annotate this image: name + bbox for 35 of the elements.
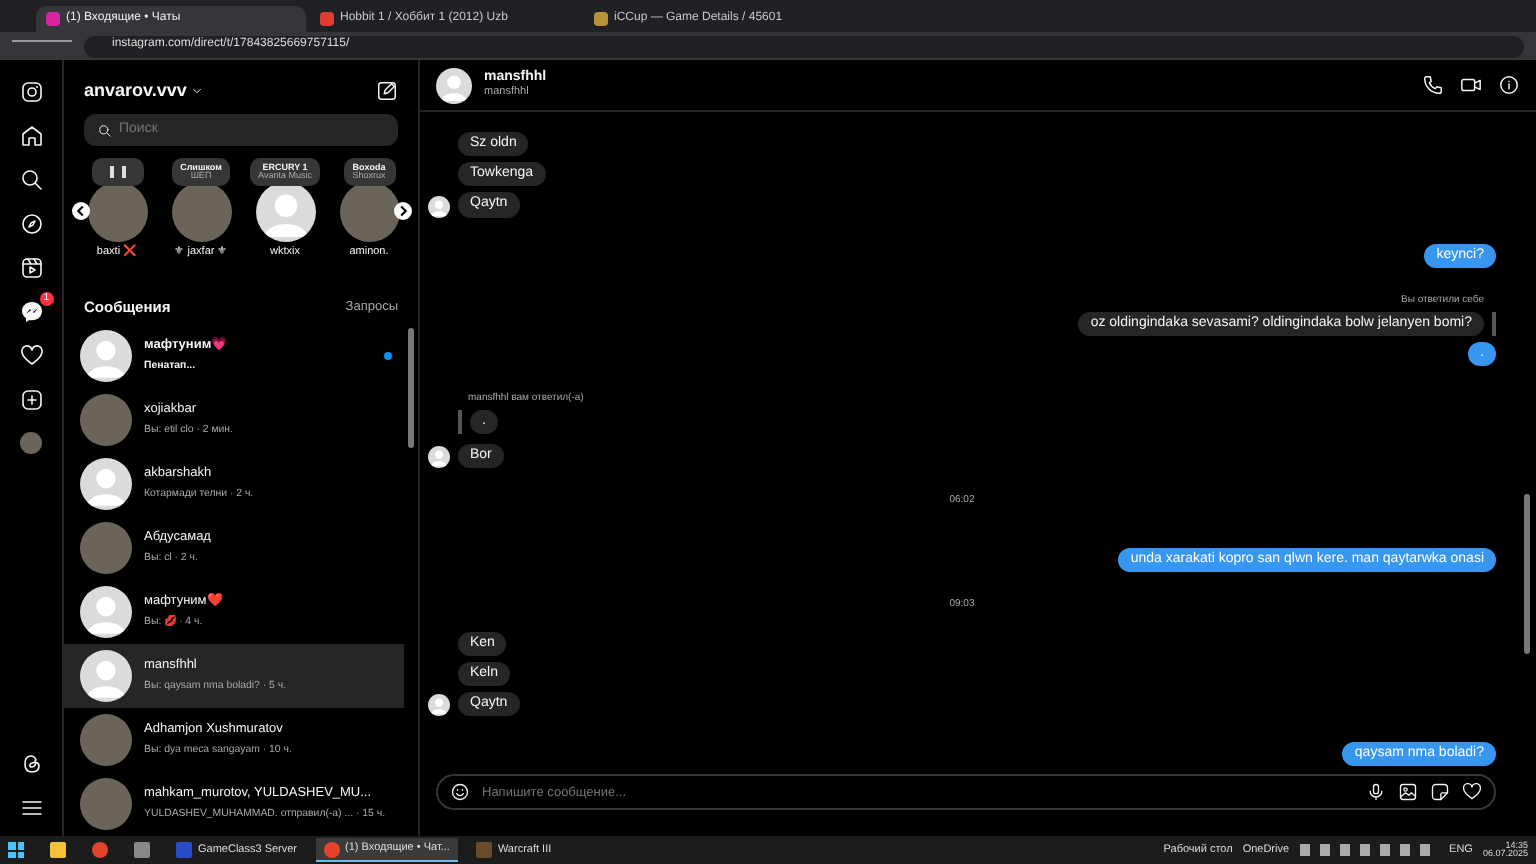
- messenger-icon[interactable]: [19, 300, 43, 324]
- favicon-icon: [594, 12, 608, 26]
- favicon-icon: [320, 12, 334, 26]
- menu-icon[interactable]: [19, 796, 43, 820]
- phone-icon[interactable]: [1422, 74, 1444, 96]
- reels-icon[interactable]: [19, 256, 43, 280]
- compose-icon[interactable]: [376, 80, 398, 102]
- emoji-icon[interactable]: [450, 782, 470, 802]
- instagram-icon[interactable]: [19, 80, 43, 104]
- video-camera-icon[interactable]: [1460, 74, 1482, 96]
- microphone-icon[interactable]: [1366, 782, 1386, 802]
- heart-icon[interactable]: [1462, 782, 1482, 802]
- search-icon: [98, 123, 112, 137]
- sticker-icon[interactable]: [1430, 782, 1450, 802]
- home-icon[interactable]: [19, 124, 43, 148]
- heart-icon[interactable]: [19, 344, 43, 368]
- previous-arrow-button[interactable]: [72, 202, 90, 220]
- profile-avatar[interactable]: [20, 432, 42, 454]
- avatar-silhouette: [436, 67, 472, 103]
- unread-dot-icon: [384, 352, 392, 360]
- favicon-icon: [46, 12, 60, 26]
- info-icon[interactable]: [1498, 74, 1520, 96]
- pause-icon: [109, 166, 125, 178]
- chevron-down-icon[interactable]: [190, 84, 205, 98]
- next-arrow-button[interactable]: [394, 202, 412, 220]
- account-name[interactable]: anvarov.vvv: [84, 80, 187, 102]
- threads-icon[interactable]: [19, 752, 43, 776]
- search-icon[interactable]: [19, 168, 43, 192]
- windows-start-icon[interactable]: [8, 842, 24, 858]
- image-icon[interactable]: [1398, 782, 1418, 802]
- compass-icon[interactable]: [19, 212, 43, 236]
- scrollbar[interactable]: [408, 328, 414, 448]
- browser-icon[interactable]: [92, 842, 108, 858]
- scrollbar[interactable]: [1524, 494, 1530, 654]
- plus-icon[interactable]: [19, 388, 43, 412]
